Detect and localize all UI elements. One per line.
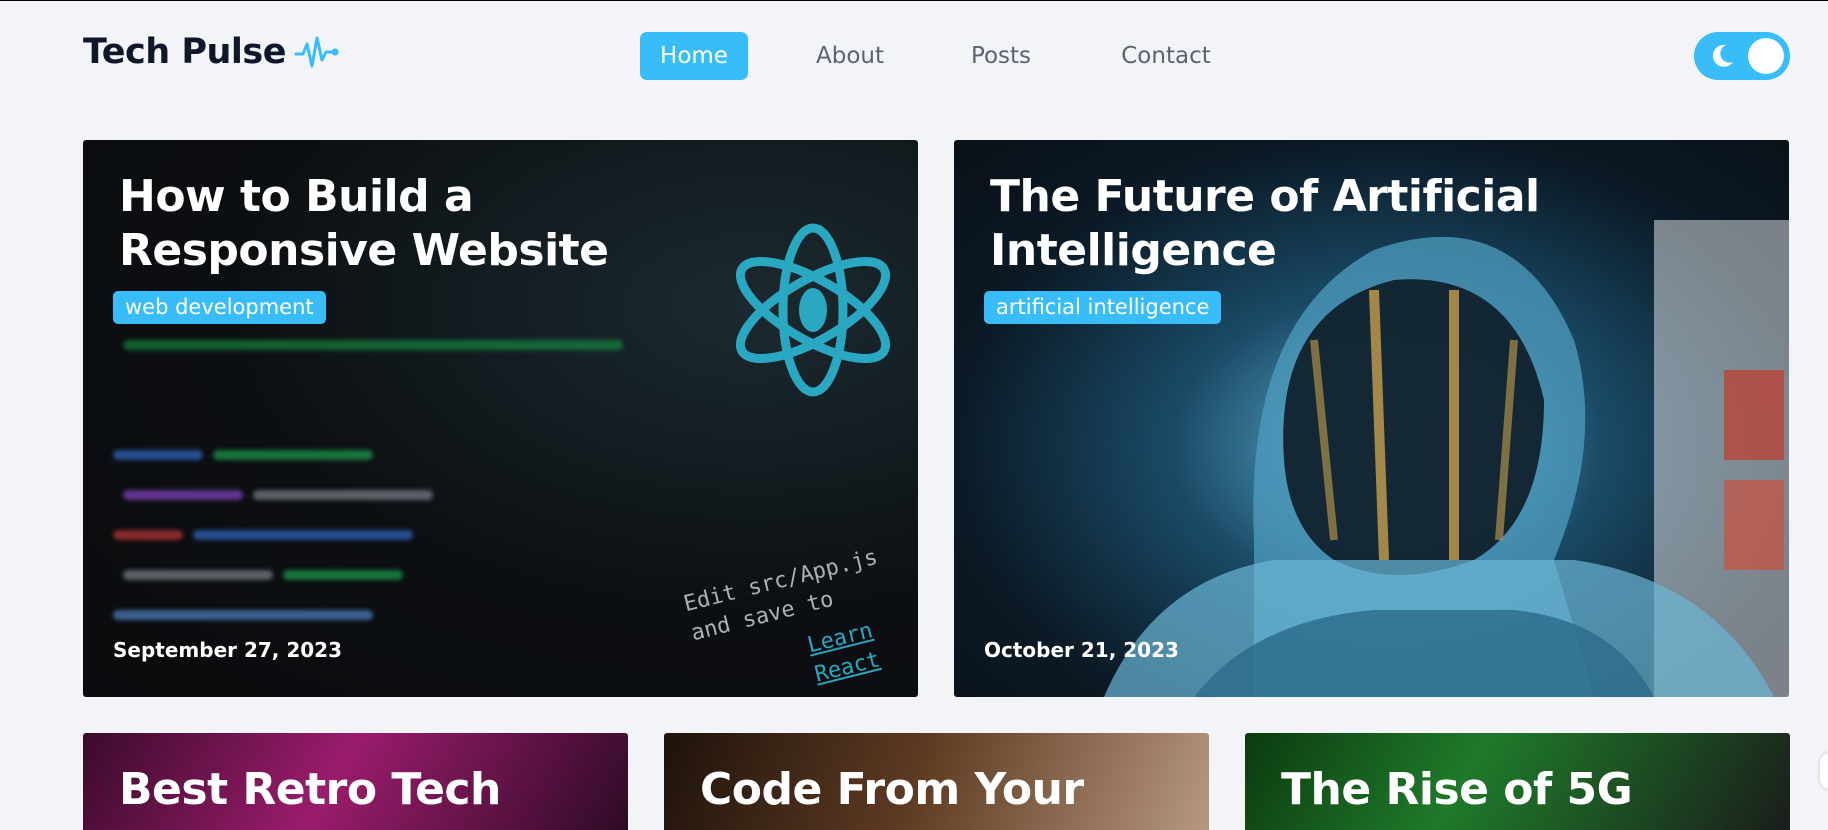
post-card[interactable]: The Future of Artificial Intelligence ar…: [954, 140, 1789, 697]
post-date: September 27, 2023: [113, 638, 343, 662]
post-title[interactable]: The Future of Artificial Intelligence: [990, 170, 1590, 278]
nav-about-link[interactable]: About: [800, 32, 900, 80]
image-caption: Edit src/App.js and save to Learn React: [681, 533, 918, 697]
post-card[interactable]: Code From Your: [664, 733, 1209, 830]
post-date: October 21, 2023: [984, 638, 1179, 662]
post-title[interactable]: How to Build a Responsive Website: [119, 170, 759, 278]
moon-icon: [1712, 44, 1733, 67]
nav-posts-link[interactable]: Posts: [955, 32, 1047, 80]
main-nav: Home About Posts Contact: [0, 32, 1828, 80]
post-card[interactable]: Best Retro Tech: [83, 733, 628, 830]
toggle-knob: [1748, 38, 1784, 74]
post-card[interactable]: The Rise of 5G: [1245, 733, 1790, 830]
nav-home-link[interactable]: Home: [640, 32, 748, 80]
theme-toggle[interactable]: [1694, 32, 1790, 80]
post-title[interactable]: The Rise of 5G: [1281, 763, 1751, 817]
scroll-to-top-button[interactable]: [1820, 753, 1828, 789]
post-tag[interactable]: artificial intelligence: [984, 291, 1222, 324]
post-title[interactable]: Code From Your: [700, 763, 1170, 817]
post-card[interactable]: Edit src/App.js and save to Learn React …: [83, 140, 918, 697]
post-tag[interactable]: web development: [113, 291, 326, 324]
site-header: Tech Pulse Home About Posts Contact: [0, 1, 1828, 111]
nav-contact-link[interactable]: Contact: [1103, 32, 1229, 80]
post-title[interactable]: Best Retro Tech: [119, 763, 589, 817]
